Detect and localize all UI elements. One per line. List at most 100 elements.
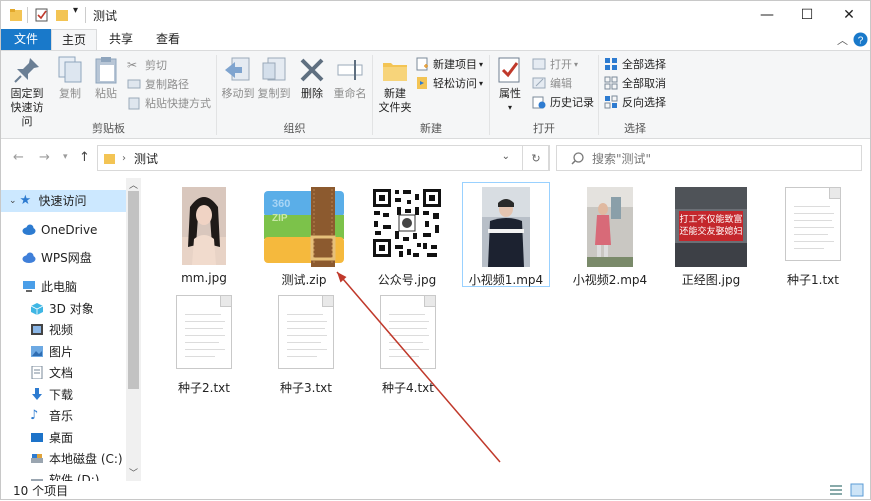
nav-item-desktop[interactable]: 桌面	[30, 427, 73, 448]
scroll-up-icon[interactable]: ︿	[129, 178, 138, 191]
nav-item-pictures[interactable]: 图片	[30, 341, 73, 362]
file-item-test-zip[interactable]: 360 ZIP 测试.zip	[260, 183, 348, 288]
nav-item-videos[interactable]: 视频	[30, 319, 73, 340]
nav-item-this-pc[interactable]: 此电脑	[22, 276, 77, 297]
recent-locations-button[interactable]: ▾	[63, 152, 68, 162]
select-group-label: 选择	[624, 122, 646, 135]
tab-home[interactable]: 主页	[51, 29, 97, 50]
invert-selection-button[interactable]: 反向选择	[604, 93, 666, 111]
file-item-seed3-txt[interactable]: 种子3.txt	[262, 291, 350, 396]
nav-item-documents[interactable]: 文档	[30, 362, 73, 383]
new-item-button[interactable]: 新建项目 ▾	[415, 55, 483, 73]
video-icon	[31, 324, 43, 335]
details-view-icon[interactable]	[829, 483, 843, 497]
file-item-qrcode-jpg[interactable]: 公众号.jpg	[363, 183, 451, 288]
forward-button[interactable]: →	[39, 150, 50, 165]
nav-scrollbar[interactable]: ︿ ﹀	[126, 178, 141, 481]
file-item-seed2-txt[interactable]: 种子2.txt	[160, 291, 248, 396]
open-button[interactable]: 打开 ▾	[532, 55, 578, 73]
history-label: 历史记录	[550, 96, 594, 109]
file-item-seed1-txt[interactable]: 种子1.txt	[769, 183, 857, 288]
nav-item-wps[interactable]: WPS网盘	[22, 247, 92, 268]
close-button[interactable]: ✕	[829, 1, 869, 29]
copy-to-button[interactable]: 复制到	[255, 55, 293, 101]
copy-path-button[interactable]: 复制路径	[127, 75, 189, 93]
help-icon[interactable]: ?	[853, 32, 868, 47]
edit-button[interactable]: 编辑	[532, 74, 572, 92]
explorer-window: ▾ 测试 — ☐ ✕ 文件 主页 共享 查看 ︿ ? 固定到 快速访问 复制 粘…	[0, 0, 871, 500]
nav-label: 视频	[49, 323, 74, 337]
paste-shortcut-icon	[128, 97, 140, 110]
minimize-button[interactable]: —	[747, 1, 787, 29]
photo-background	[675, 187, 747, 209]
file-item-mm-jpg[interactable]: mm.jpg	[160, 183, 248, 288]
collapse-ribbon-icon[interactable]: ︿	[837, 32, 848, 48]
divider	[85, 7, 86, 23]
select-none-label: 全部取消	[622, 77, 666, 90]
zip-archive-icon: 360 ZIP	[264, 187, 344, 267]
move-to-label: 移动到	[221, 87, 255, 100]
nav-item-music[interactable]: ♪ 音乐	[30, 405, 73, 426]
select-all-button[interactable]: 全部选择	[604, 55, 666, 73]
paste-icon	[95, 57, 117, 84]
tab-view[interactable]: 查看	[145, 29, 191, 50]
address-dropdown-icon[interactable]: ⌄	[502, 151, 510, 162]
new-folder-quick-icon[interactable]	[55, 7, 69, 23]
page-corner	[424, 296, 435, 307]
nav-item-quick-access[interactable]: ⌄ ★ 快速访问	[9, 190, 87, 211]
chevron-down-icon[interactable]: ⌄	[9, 196, 17, 206]
file-item-banner-jpg[interactable]: 打工不仅能致富 还能交友娶媳妇 正经图.jpg	[667, 183, 755, 288]
move-to-button[interactable]: 移动到	[219, 55, 257, 101]
scroll-down-icon[interactable]: ﹀	[129, 466, 138, 479]
music-icon: ♪	[30, 408, 39, 423]
delete-button[interactable]: 删除	[297, 55, 327, 101]
properties-quick-icon[interactable]	[35, 7, 49, 23]
properties-dropdown-icon[interactable]: ▾	[508, 101, 512, 115]
large-icons-view-icon[interactable]	[850, 483, 864, 497]
address-row: ← → ▾ ↑ › 测试 ⌄ ↻ 搜索"测试"	[1, 140, 870, 178]
file-item-video2-mp4[interactable]: 小视频2.mp4	[566, 183, 654, 288]
svg-text:ZIP: ZIP	[272, 213, 288, 224]
file-name: 种子2.txt	[178, 381, 230, 395]
rename-button[interactable]: 重命名	[330, 55, 370, 101]
tab-share[interactable]: 共享	[99, 29, 143, 50]
nav-label: 3D 对象	[49, 302, 94, 316]
refresh-button[interactable]: ↻	[522, 145, 550, 171]
file-name: 种子1.txt	[787, 273, 839, 287]
open-label: 打开	[550, 58, 572, 71]
select-none-button[interactable]: 全部取消	[604, 74, 666, 92]
search-icon	[571, 151, 584, 165]
properties-button[interactable]: 属性 ▾	[494, 55, 526, 115]
cut-button[interactable]: ✂ 剪切	[127, 56, 167, 74]
nav-item-drive-d[interactable]: 软件 (D:)	[30, 469, 99, 481]
up-button[interactable]: ↑	[79, 150, 90, 165]
file-item-seed4-txt[interactable]: 种子4.txt	[364, 291, 452, 396]
photo-thumbnail	[182, 187, 226, 265]
paste-shortcut-button[interactable]: 粘贴快捷方式	[127, 94, 211, 112]
nav-label: OneDrive	[41, 222, 98, 237]
nav-label: WPS网盘	[41, 251, 92, 265]
paste-button[interactable]: 粘贴	[91, 55, 121, 101]
nav-item-3d-objects[interactable]: 3D 对象	[30, 298, 94, 319]
easy-access-button[interactable]: 轻松访问 ▾	[415, 74, 483, 92]
copy-path-icon	[127, 79, 141, 89]
copy-button[interactable]: 复制	[55, 55, 85, 101]
nav-label: 本地磁盘 (C:)	[49, 452, 123, 466]
scrollbar-thumb[interactable]	[128, 191, 139, 389]
breadcrumb-current[interactable]: 测试	[134, 150, 158, 167]
nav-item-onedrive[interactable]: OneDrive	[22, 219, 97, 240]
file-item-video1-mp4[interactable]: 小视频1.mp4	[462, 182, 550, 287]
history-button[interactable]: 历史记录	[532, 93, 594, 111]
back-button[interactable]: ←	[13, 150, 24, 165]
nav-item-drive-c[interactable]: 本地磁盘 (C:)	[30, 448, 123, 469]
title-bar: ▾ 测试 — ☐ ✕	[1, 1, 870, 29]
nav-item-downloads[interactable]: 下载	[30, 384, 73, 405]
select-all-label: 全部选择	[622, 58, 666, 71]
pin-quick-access-button[interactable]: 固定到 快速访问	[7, 55, 47, 129]
maximize-button[interactable]: ☐	[787, 1, 827, 29]
address-bar[interactable]: › 测试 ⌄	[97, 145, 549, 171]
search-input[interactable]: 搜索"测试"	[556, 145, 862, 171]
new-folder-button[interactable]: 新建 文件夹	[375, 55, 415, 115]
nav-label: 此电脑	[41, 280, 78, 294]
customize-toolbar-icon[interactable]: ▾	[73, 5, 78, 21]
